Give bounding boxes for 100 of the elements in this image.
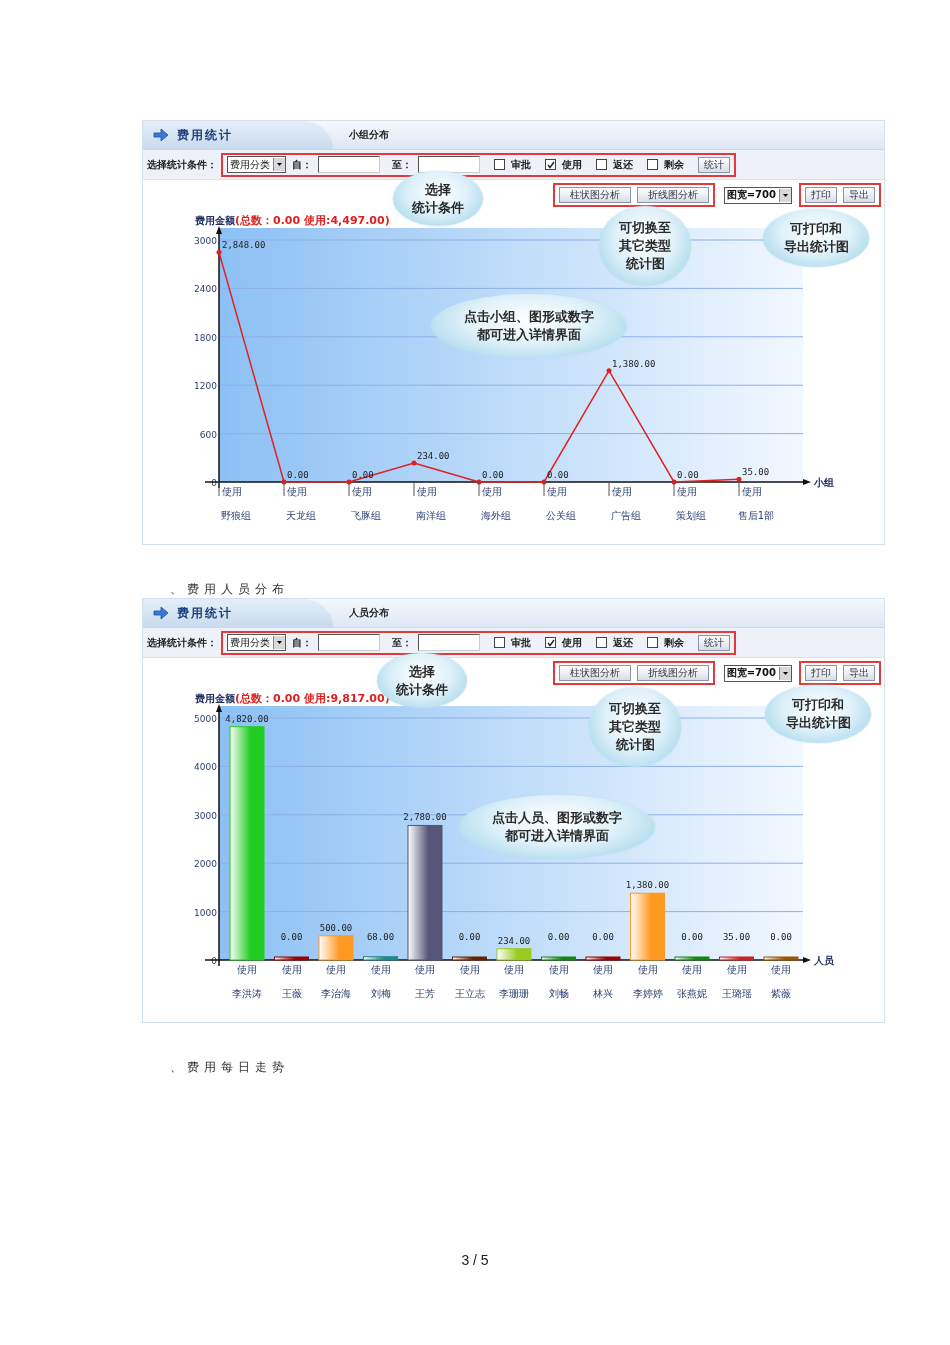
checkbox[interactable] <box>545 159 556 170</box>
value-label[interactable]: 0.00 <box>770 932 792 942</box>
value-label[interactable]: 500.00 <box>319 922 353 933</box>
value-label[interactable]: 0.00 <box>280 932 303 942</box>
category-label[interactable]: 野狼组 <box>221 510 251 521</box>
value-label[interactable]: 35.00 <box>742 467 770 478</box>
value-label[interactable]: 234.00 <box>417 451 450 462</box>
data-point[interactable] <box>671 479 677 485</box>
chart-type-button[interactable]: 折线图分析 <box>636 665 709 681</box>
value-label[interactable]: 4,820.00 <box>225 713 269 724</box>
category-label[interactable]: 李婷婷 <box>632 988 663 999</box>
value-label[interactable]: 68.00 <box>366 931 395 942</box>
category-label[interactable]: 策划组 <box>676 510 706 521</box>
action-button[interactable]: 打印 <box>805 665 837 681</box>
bar[interactable] <box>541 956 576 961</box>
bar[interactable] <box>763 956 799 961</box>
category-label[interactable]: 刘梅 <box>370 988 391 999</box>
value-label[interactable]: 35.00 <box>722 932 751 942</box>
value-label[interactable]: 0.00 <box>547 470 569 480</box>
value-label[interactable]: 0.00 <box>458 932 481 942</box>
checkbox[interactable] <box>494 637 505 648</box>
category-label[interactable]: 南洋组 <box>416 510 446 521</box>
value-label[interactable]: 2,780.00 <box>403 812 447 823</box>
y-tick-label: 5000 <box>194 714 217 724</box>
category-select[interactable]: 费用分类 <box>227 634 286 651</box>
category-label[interactable]: 李洪涛 <box>232 988 262 999</box>
checkbox[interactable] <box>494 159 505 170</box>
category-label[interactable]: 王薇 <box>281 988 302 999</box>
width-select[interactable]: 图宽=700 <box>723 186 792 204</box>
series-label: 使用 <box>726 964 747 975</box>
checkbox[interactable] <box>596 637 607 648</box>
data-point[interactable] <box>216 249 222 255</box>
checkbox[interactable] <box>596 159 607 170</box>
value-label[interactable]: 0.00 <box>677 470 699 480</box>
category-label[interactable]: 天龙组 <box>286 510 316 521</box>
submit-button[interactable]: 统计 <box>698 634 730 651</box>
tab-label[interactable]: 小组分布 <box>349 128 389 142</box>
value-label[interactable]: 0.00 <box>352 470 374 480</box>
category-label[interactable]: 广告组 <box>611 510 641 521</box>
category-label[interactable]: 张燕妮 <box>677 988 707 999</box>
action-button[interactable]: 打印 <box>805 187 837 203</box>
bar[interactable] <box>674 956 710 961</box>
action-button[interactable]: 导出 <box>843 665 875 681</box>
to-date-field[interactable] <box>418 634 480 651</box>
to-date-field[interactable] <box>418 156 480 173</box>
series-label: 使用 <box>677 486 697 497</box>
width-select[interactable]: 图宽=700 <box>723 664 792 682</box>
bar[interactable] <box>318 935 354 961</box>
module-title: 费用统计 <box>143 121 333 149</box>
chart-type-button[interactable]: 折线图分析 <box>636 187 709 203</box>
series-label: 使用 <box>287 486 307 497</box>
bar[interactable] <box>452 956 487 961</box>
tab-label[interactable]: 人员分布 <box>349 606 389 620</box>
category-label[interactable]: 李珊珊 <box>499 988 529 999</box>
submit-button[interactable]: 统计 <box>698 156 730 173</box>
category-label[interactable]: 王璐瑶 <box>721 988 752 999</box>
category-select[interactable]: 费用分类 <box>227 156 286 173</box>
data-point[interactable] <box>346 479 352 485</box>
from-date-field[interactable] <box>318 634 380 651</box>
value-label[interactable]: 1,380.00 <box>612 358 656 369</box>
value-label[interactable]: 1,380.00 <box>625 880 670 891</box>
checkbox[interactable] <box>647 159 658 170</box>
category-label[interactable]: 王芳 <box>415 988 435 999</box>
value-label[interactable]: 2,848.00 <box>222 240 266 251</box>
value-label[interactable]: 0.00 <box>547 932 570 942</box>
bar[interactable] <box>407 824 443 961</box>
category-label[interactable]: 刘畅 <box>548 988 569 999</box>
data-point[interactable] <box>476 479 482 485</box>
checkbox[interactable] <box>647 637 658 648</box>
category-label[interactable]: 林兴 <box>593 988 613 999</box>
to-label: 至： <box>392 635 412 650</box>
checkbox[interactable] <box>545 637 556 648</box>
from-date-field[interactable] <box>318 156 380 173</box>
value-label[interactable]: 0.00 <box>287 470 309 480</box>
category-label[interactable]: 紫薇 <box>771 988 791 999</box>
chart-type-button[interactable]: 柱状图分析 <box>558 665 631 681</box>
data-point[interactable] <box>541 479 547 485</box>
chart-type-button[interactable]: 柱状图分析 <box>558 187 631 203</box>
data-point[interactable] <box>281 479 287 485</box>
value-label[interactable]: 0.00 <box>592 932 614 942</box>
category-label[interactable]: 海外组 <box>481 510 511 521</box>
category-label[interactable]: 李治海 <box>321 988 351 999</box>
category-label[interactable]: 公关组 <box>546 510 576 521</box>
bar[interactable] <box>719 956 754 961</box>
bar[interactable] <box>363 956 398 961</box>
data-point[interactable] <box>736 476 742 482</box>
series-label: 使用 <box>237 964 257 975</box>
value-label[interactable]: 234.00 <box>497 935 531 946</box>
category-label[interactable]: 飞豚组 <box>351 510 381 521</box>
value-label[interactable]: 0.00 <box>681 932 703 942</box>
bar[interactable] <box>274 956 309 961</box>
category-label[interactable]: 售后1部 <box>737 510 775 521</box>
checkbox-label: 返还 <box>613 157 633 172</box>
action-button[interactable]: 导出 <box>843 187 875 203</box>
checkbox-label: 剩余 <box>664 157 684 172</box>
bar[interactable] <box>585 956 621 961</box>
y-tick-label: 600 <box>199 429 217 440</box>
value-label[interactable]: 0.00 <box>482 470 504 480</box>
category-label[interactable]: 王立志 <box>454 988 485 999</box>
bar[interactable] <box>496 948 532 961</box>
